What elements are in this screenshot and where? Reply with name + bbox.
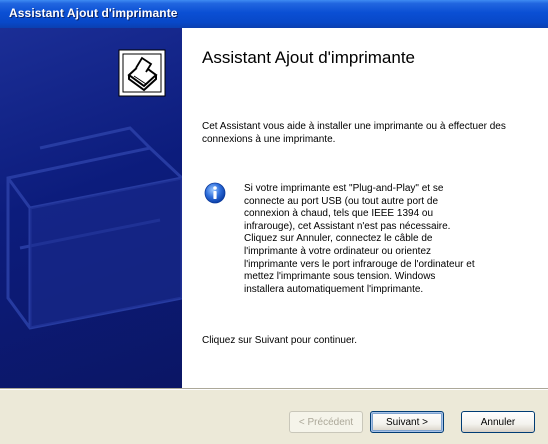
printer-icon xyxy=(118,49,166,97)
information-icon xyxy=(204,182,226,208)
info-line: infrarouge), cet Assistant n'est pas néc… xyxy=(244,220,451,232)
info-line: Cliquez sur Annuler, connectez le câble … xyxy=(244,233,433,245)
continue-text: Cliquez sur Suivant pour continuer. xyxy=(202,335,358,346)
wizard-content: Assistant Ajout d'imprimante Cet Assista… xyxy=(182,28,548,388)
next-button[interactable]: Suivant > xyxy=(370,411,444,433)
info-line: connecte au port USB (ou tout autre port… xyxy=(244,195,439,207)
info-line: mettez l'imprimante sous tension. Window… xyxy=(244,271,436,283)
plug-and-play-info: Si votre imprimante est "Plug-and-Play" … xyxy=(244,183,506,296)
wizard-heading: Assistant Ajout d'imprimante xyxy=(202,48,416,67)
info-line: installera automatiquement l'imprimante. xyxy=(244,283,424,295)
intro-text: Cet Assistant vous aide à installer une … xyxy=(202,121,506,145)
back-button[interactable]: < Précédent xyxy=(289,411,363,433)
wizard-sidebar xyxy=(0,28,182,388)
window-title: Assistant Ajout d'imprimante xyxy=(9,6,178,20)
printer-illustration xyxy=(6,49,182,330)
wizard-window: Assistant Ajout d'imprimante Assistant A… xyxy=(0,0,548,444)
title-bar[interactable]: Assistant Ajout d'imprimante xyxy=(0,0,548,28)
cancel-button[interactable]: Annuler xyxy=(461,411,535,433)
info-line: connexion à chaud, tels que IEEE 1394 ou xyxy=(244,208,434,220)
info-line: l'imprimante vers le port infrarouge de … xyxy=(244,258,475,270)
button-separator xyxy=(0,388,548,390)
info-line: Si votre imprimante est "Plug-and-Play" … xyxy=(244,183,444,194)
info-line: l'imprimante à votre ordinateur ou orien… xyxy=(244,245,432,257)
